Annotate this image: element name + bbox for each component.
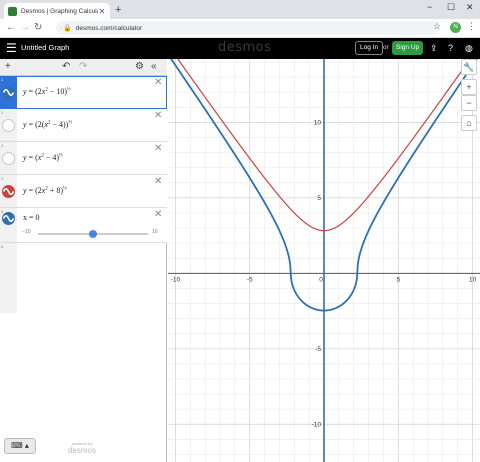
expression-index: 4 [1,176,4,181]
y-tick-label: -10 [312,421,322,428]
browser-toolbar: ← → ↻ 🔒 desmos.com/calculator ☆ [0,19,480,38]
hidden-curve-icon[interactable] [2,119,15,132]
undo-icon[interactable]: ↶ [62,60,70,74]
close-tab-icon[interactable]: ✕ [98,7,106,16]
expression-math[interactable]: y = (2(x2 − 4))½ [23,120,72,129]
wave-icon [3,187,14,196]
screen: Desmos | Graphing Calculator ✕ + − ☐ ✕ ←… [0,0,480,462]
tab-title: Desmos | Graphing Calculator [21,7,98,15]
login-button[interactable]: Log In [355,41,384,55]
powered-brand: desmos [67,446,96,455]
expression-text[interactable]: x = 0 [23,213,40,222]
new-tab-icon[interactable]: + [115,3,121,17]
y-tick-label: 10 [314,119,322,126]
expression-list: + ↶ ↷ ⚙ « 1 y = (2x2 − 10)½ ✕ 2 y = (2(x… [0,59,167,462]
expression-row-2[interactable]: 2 y = (2(x2 − 4))½ ✕ [0,109,167,142]
slider-knob[interactable] [89,230,97,238]
expression-math[interactable]: y = (x2 − 4)½ [23,153,63,162]
bookmark-star-icon[interactable]: ☆ [433,21,441,32]
delete-expression-icon[interactable]: ✕ [154,77,162,89]
browser-menu-icon[interactable]: ⋮ [467,21,476,32]
forward-icon[interactable]: → [20,21,30,35]
graph-canvas[interactable]: -10 -5 0 5 10 10 5 -5 -10 [168,59,480,462]
desmos-logo: desmos [218,40,272,55]
slider-min[interactable]: −10 [22,229,30,235]
home-view-button[interactable]: ⌂ [461,115,477,131]
minimize-icon[interactable]: − [427,2,432,12]
redo-icon[interactable]: ↷ [79,60,87,74]
delete-expression-icon[interactable]: ✕ [154,110,162,122]
zoom-out-button[interactable]: − [461,95,477,111]
browser-tab-strip: Desmos | Graphing Calculator ✕ + − ☐ ✕ [0,0,480,19]
hidden-curve-icon[interactable] [2,152,15,165]
lock-icon: 🔒 [63,25,72,32]
zoom-in-button[interactable]: + [461,79,477,95]
x-tick-label: -5 [247,276,253,283]
url-text: desmos.com/calculator [75,24,143,32]
browser-tab[interactable]: Desmos | Graphing Calculator ✕ [4,3,110,19]
expression-toolbar: + ↶ ↷ ⚙ « [0,59,167,76]
expression-row-5[interactable]: 5 x = 0 ✕ −10 10 [0,208,167,243]
expression-index: 6 [1,244,4,249]
share-icon[interactable]: ⇪ [430,41,438,55]
close-window-icon[interactable]: ✕ [466,2,474,13]
expression-slider[interactable]: −10 10 [22,229,162,238]
x-tick-label: 5 [396,276,400,283]
wave-icon [3,214,14,223]
expression-row-4[interactable]: 4 y = (2x2 + 8)½ ✕ [0,175,167,208]
collapse-panel-icon[interactable]: « [151,60,157,74]
series-blue-curve-right [324,59,478,312]
graph-title[interactable]: Untitled Graph [21,43,69,52]
expression-math[interactable]: y = (2x2 − 10)½ [23,87,71,96]
back-icon[interactable]: ← [6,21,16,35]
curve-visibility-icon[interactable] [2,185,15,198]
curve-visibility-icon[interactable] [2,212,15,225]
delete-expression-icon[interactable]: ✕ [154,143,162,155]
x-tick-label: 0 [319,276,323,283]
signup-button[interactable]: Sign Up [392,41,424,55]
curve-visibility-icon[interactable] [2,86,15,99]
desmos-header: ☰ Untitled Graph desmos Log In or Sign U… [0,38,480,59]
empty-expression-gutter[interactable]: 6 [0,243,17,313]
x-tick-label: 10 [469,276,477,283]
profile-avatar[interactable]: N [450,22,461,33]
expression-row-3[interactable]: 3 y = (x2 − 4)½ ✕ [0,142,167,175]
delete-expression-icon[interactable]: ✕ [154,209,162,221]
expression-index: 3 [1,143,4,148]
powered-by-desmos: powered by desmos [64,442,100,456]
y-tick-label: -5 [315,346,321,353]
series-blue-curve-left [170,59,324,312]
reload-icon[interactable]: ↻ [34,21,42,35]
expression-index: 2 [1,110,4,115]
graph-settings-wrench-icon[interactable]: 🔧 [461,59,477,75]
slider-max[interactable]: 10 [152,229,158,235]
expression-math[interactable]: y = (2x2 + 8)½ [23,186,67,195]
help-icon[interactable]: ? [448,41,453,55]
delete-expression-icon[interactable]: ✕ [154,176,162,188]
or-label: or [383,44,389,51]
desmos-favicon-icon [8,6,17,16]
add-item-icon[interactable]: + [5,60,11,74]
maximize-icon[interactable]: ☐ [447,2,455,13]
address-bar[interactable]: 🔒 desmos.com/calculator [56,21,440,35]
wave-icon [3,88,14,97]
y-tick-label: 5 [317,195,321,202]
language-globe-icon[interactable]: ◍ [465,41,473,55]
x-tick-label: -10 [171,276,181,283]
expression-row-1[interactable]: 1 y = (2x2 − 10)½ ✕ [0,76,167,109]
expression-index: 1 [1,77,4,82]
menu-icon[interactable]: ☰ [6,41,17,55]
settings-gear-icon[interactable]: ⚙ [135,60,144,74]
keypad-toggle-button[interactable]: ⌨ ▴ [4,438,36,454]
